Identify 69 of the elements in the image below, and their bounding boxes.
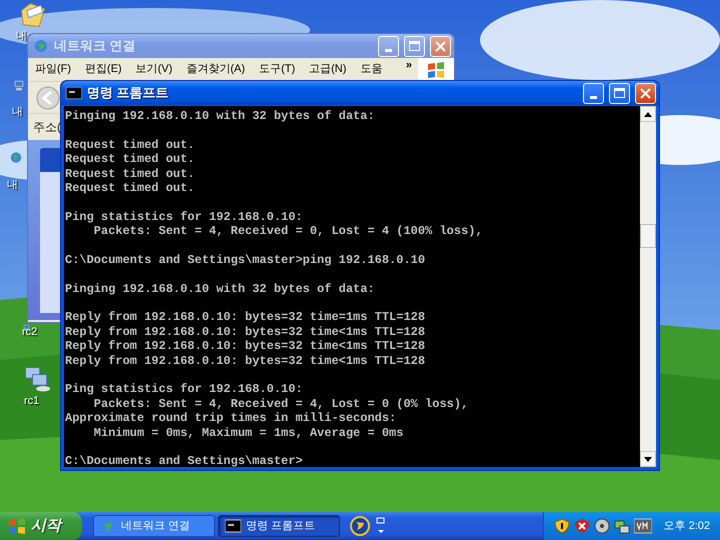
close-icon <box>640 88 651 98</box>
globe-icon <box>100 518 116 534</box>
flag-logo-icon <box>8 518 26 534</box>
address-label: 주소( <box>33 119 61 136</box>
vm-icon[interactable] <box>634 518 652 534</box>
console-line: Request timed out. <box>65 152 196 167</box>
globe-icon[interactable] <box>350 516 370 536</box>
console-line: Reply from 192.168.0.10: bytes=32 time<1ms TTL=128 <box>65 324 426 340</box>
console-line: Packets: Sent = 4, Received = 4, Lost = 0 (0% loss), <box>92 396 470 412</box>
close-icon <box>435 40 446 52</box>
console-line: C:\Documents and Settings\master> <box>65 454 304 467</box>
menu-item[interactable]: 도움 <box>353 61 390 78</box>
menu-item[interactable]: 파일(F) <box>28 61 78 78</box>
minimize-icon <box>385 48 392 52</box>
disc-icon[interactable] <box>594 518 610 534</box>
folder-icon[interactable] <box>18 0 48 30</box>
more-menu-button[interactable]: » <box>406 57 412 74</box>
globe-icon <box>33 38 49 54</box>
icon-label[interactable]: 내 <box>12 106 23 119</box>
up-arrow-icon[interactable] <box>644 112 652 116</box>
console-line: Reply from 192.168.0.10: bytes=32 time<1ms TTL=128 <box>65 354 426 368</box>
console-line: Pinging 192.168.0.10 with 32 bytes of data: <box>65 282 376 296</box>
taskbar-button[interactable]: 명령 프롬프트 <box>218 515 340 537</box>
minimize-button[interactable] <box>583 82 604 104</box>
scroll-thumb[interactable] <box>640 224 656 248</box>
console-line: Request timed out. <box>65 138 196 152</box>
console-line: Reply from 192.168.0.10: bytes=32 time<1ms TTL=128 <box>65 339 426 354</box>
icon-label[interactable]: rc1 <box>24 395 40 408</box>
start-button[interactable]: 시작 <box>0 512 82 540</box>
menu-item[interactable]: 고급(N) <box>302 61 354 78</box>
console-line: Request timed out. <box>65 180 196 196</box>
clock: 오후 2:02 <box>664 518 710 534</box>
scrollbar[interactable] <box>640 106 656 467</box>
window-title: 명령 프롬프트 <box>87 84 170 102</box>
console-line: Approximate round trip times in milli-seconds: <box>65 411 398 426</box>
maximize-button[interactable] <box>404 36 425 56</box>
maximize-icon <box>614 88 625 98</box>
console-line: Reply from 192.168.0.10: bytes=32 time=1ms TTL=128 <box>65 310 426 325</box>
close-button[interactable] <box>635 82 656 104</box>
maximize-icon <box>409 41 420 51</box>
shield-icon[interactable] <box>554 518 570 534</box>
console-icon <box>225 518 241 534</box>
network-icon[interactable] <box>22 364 52 394</box>
console-line: Ping statistics for 192.168.0.10: <box>65 382 304 397</box>
console-line: Ping statistics for 192.168.0.10: <box>65 210 304 224</box>
console-icon <box>66 87 82 99</box>
console-line: C:\Documents and Settings\master>ping 192.168.0.10 <box>65 252 426 268</box>
network-icon[interactable] <box>614 518 630 534</box>
icon-label[interactable]: 내 <box>7 179 18 192</box>
menu-item[interactable]: 편집(E) <box>78 61 129 78</box>
console-line: Pinging 192.168.0.10 with 32 bytes of data: <box>65 109 376 124</box>
expand-icon[interactable] <box>376 516 386 536</box>
maximize-button[interactable] <box>609 82 630 104</box>
close-button[interactable] <box>430 36 451 56</box>
menu-item[interactable]: 보기(V) <box>128 61 180 78</box>
icon-label[interactable]: rc2 <box>22 326 38 339</box>
minimize-button[interactable] <box>378 36 399 56</box>
menu-item[interactable]: 즐겨찾기(A) <box>179 61 252 78</box>
console-line: Request timed out. <box>65 166 196 181</box>
down-arrow-icon[interactable] <box>644 456 652 462</box>
taskbar-button[interactable]: 네트워크 연결 <box>93 515 215 537</box>
minimize-icon <box>590 96 597 98</box>
flag-logo-icon <box>427 62 445 78</box>
window-title: 네트워크 연결 <box>54 37 137 56</box>
console-line: Packets: Sent = 4, Received = 0, Lost = 4 (100% loss), <box>92 224 484 239</box>
menu-item[interactable]: 도구(T) <box>252 61 302 78</box>
console-line: Minimum = 0ms, Maximum = 1ms, Average = 0ms <box>92 426 404 440</box>
back-button[interactable] <box>36 86 60 110</box>
shield-icon[interactable] <box>574 518 590 534</box>
